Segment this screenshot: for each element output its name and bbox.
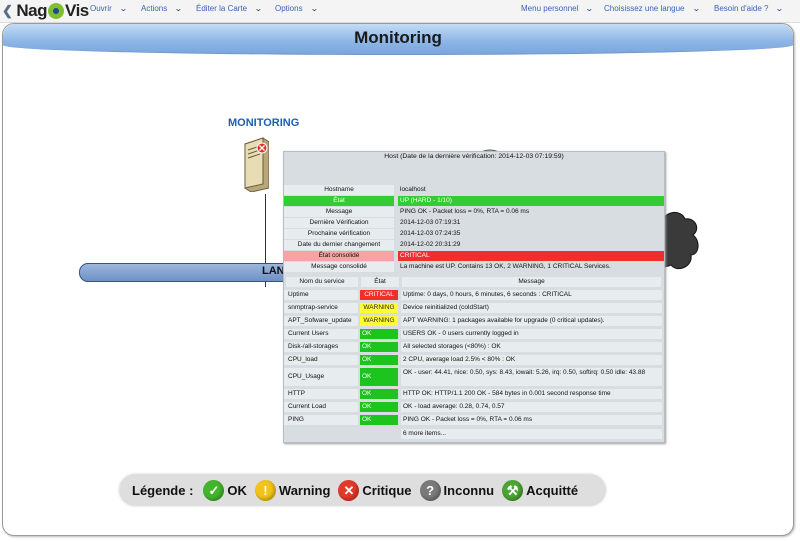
more-items: 6 more items... <box>401 429 662 439</box>
lan-label: LAN <box>262 265 285 277</box>
service-row: PING OK PING OK - Packet loss = 0%, RTA = … <box>284 415 664 425</box>
menu-ouvrir[interactable]: Ouvrir ⌄ <box>90 4 128 13</box>
legend-bar: Légende : ✓ OK ! Warning ✕ Critique ? Inconn… <box>120 475 605 505</box>
warning-icon: ! <box>254 479 276 501</box>
menu-langue[interactable]: Choisissez une langue ⌄ <box>604 4 701 13</box>
service-row: Disk-/all-storages OK All selected storage… <box>284 342 664 352</box>
menu-options[interactable]: Options ⌄ <box>275 4 319 13</box>
legend-title: Légende : <box>132 482 194 498</box>
map-title: Monitoring <box>354 28 442 47</box>
row-dernier-changement: Date du dernier changement 2014-12-02 20:… <box>284 240 664 250</box>
legend-ok: ✓ OK <box>203 479 247 501</box>
chevron-down-icon: ⌄ <box>691 4 701 13</box>
menu-editer-carte[interactable]: Éditer la Carte ⌄ <box>196 4 263 13</box>
service-row: CPU_load OK 2 CPU, average load 2.5% < 80%… <box>284 355 664 365</box>
chevron-down-icon: ⌄ <box>309 4 319 13</box>
chevron-left-icon[interactable]: ❮ <box>2 3 13 19</box>
row-derniere-verification: Dernière Vérification 2014-12-03 07:19:31 <box>284 218 664 228</box>
service-row: snmptrap-service WARNING Device reinitiali… <box>284 303 664 313</box>
row-message: Message PING OK - Packet loss = 0%, RTA =… <box>284 207 664 217</box>
legend-critique: ✕ Critique <box>338 479 412 501</box>
legend-inconnu: ? Inconnu <box>419 479 494 501</box>
menu-personnel[interactable]: Menu personnel ⌄ <box>521 4 595 13</box>
chevron-down-icon: ⌄ <box>254 4 263 13</box>
service-row: Current Load OK OK - load average: 0.28, 0… <box>284 402 664 412</box>
service-row: HTTP OK HTTP OK: HTTP/1.1 200 OK - 584 byt… <box>284 389 664 399</box>
chevron-down-icon: ⌄ <box>775 4 785 13</box>
lan-bar[interactable]: LAN <box>79 263 311 282</box>
popup-title: Host (Date de la dernière vérification: … <box>384 153 564 160</box>
service-row: Current Users OK USERS OK - 0 users curren… <box>284 329 664 339</box>
top-menu-bar: ❮ Nag Vis Ouvrir ⌄ Actions ⌄ Éditer la Cart… <box>0 0 800 23</box>
row-message-consolide: Message consolidé La machine est UP. Cont… <box>284 262 664 272</box>
host-hover-popup: Host (Date de la dernière vérification: … <box>283 151 665 443</box>
row-prochaine-verification: Prochaine vérification 2014-12-03 07:24:3… <box>284 229 664 239</box>
more-items-row: 6 more items... <box>284 429 664 439</box>
error-x-icon: ✕ <box>338 479 360 501</box>
service-table-header: Nom du service État Message <box>284 277 664 287</box>
menu-aide[interactable]: Besoin d'aide ? ⌄ <box>714 4 785 13</box>
chevron-down-icon: ⌄ <box>118 4 128 13</box>
legend-warning: ! Warning <box>254 479 330 501</box>
menu-actions[interactable]: Actions ⌄ <box>141 4 183 13</box>
service-row: CPU_Usage OK OK - user: 44.41, nice: 0.50,… <box>284 368 664 386</box>
nagvis-logo[interactable]: ❮ Nag Vis <box>2 1 89 21</box>
check-icon: ✓ <box>203 479 225 501</box>
server-icon[interactable] <box>241 136 269 192</box>
chevron-down-icon: ⌄ <box>174 4 183 13</box>
service-row: APT_Sofware_update WARNING APT WARNING: 1 … <box>284 316 664 326</box>
row-etat: État UP (HARD - 1/10) <box>284 196 664 206</box>
node-label: MONITORING <box>228 117 300 129</box>
row-hostname: Hostname localhost <box>284 185 664 195</box>
chevron-down-icon: ⌄ <box>585 4 595 13</box>
map-header: Monitoring <box>3 24 793 55</box>
acknowledged-icon: ⚒ <box>502 479 524 501</box>
row-etat-consolide: État consolidé CRITICAL <box>284 251 664 261</box>
eye-logo-icon <box>48 3 65 19</box>
legend-acquitte: ⚒ Acquitté <box>502 479 578 501</box>
service-row: Uptime CRITICAL Uptime: 0 days, 0 hours, 6… <box>284 290 664 300</box>
question-icon: ? <box>419 479 441 501</box>
